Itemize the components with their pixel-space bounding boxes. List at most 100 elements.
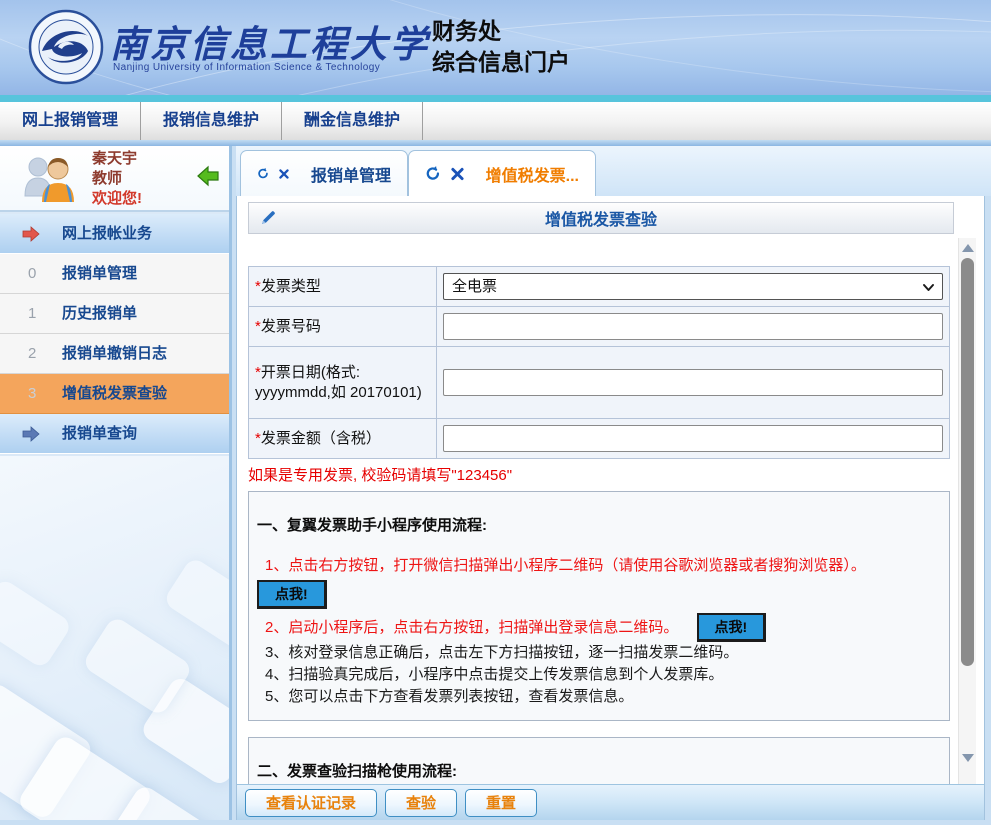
tab-label[interactable]: 报销单管理 — [311, 162, 391, 186]
table-row: *发票号码 — [249, 307, 950, 347]
chevron-down-icon — [922, 281, 935, 294]
section1-title: 一、复翼发票助手小程序使用流程: — [257, 514, 941, 535]
sidebar-item-label: 网上报帐业务 — [62, 214, 152, 254]
scrollbar-down-arrow[interactable] — [962, 754, 974, 762]
user-welcome: 欢迎您! — [92, 189, 142, 209]
tab-vat-invoice[interactable]: 增值税发票... — [408, 150, 596, 196]
tab-label[interactable]: 增值税发票... — [486, 162, 579, 186]
sidebar-edge — [229, 146, 232, 825]
nav-item-remuneration-info[interactable]: 酬金信息维护 — [282, 102, 423, 140]
page-title: 增值税发票查验 — [277, 206, 925, 230]
field-label-text: 开票日期(格式: yyyymmdd,如 20170101) — [255, 364, 422, 401]
sidebar: 秦天宇 教师 欢迎您! 网上报帐业务 0 报销单管理 1 历史报销单 — [0, 146, 232, 825]
section1-step3: 3、核对登录信息正确后，点击左下方扫描按钮，逐一扫描发票二维码。 — [257, 642, 941, 664]
tab-reimbursement-mgmt[interactable]: 报销单管理 — [240, 150, 408, 196]
refresh-tab-icon[interactable] — [257, 165, 269, 182]
portal-title: 财务处 综合信息门户 — [432, 16, 570, 78]
sidebar-item-reimbursement-mgmt[interactable]: 0 报销单管理 — [0, 254, 229, 294]
collapse-sidebar-arrow-icon[interactable] — [196, 164, 220, 188]
table-row: *发票类型 全电票 — [249, 267, 950, 307]
menu-index: 3 — [28, 374, 36, 414]
tab-bar: 报销单管理 增值税发票... — [236, 146, 991, 196]
section1-step1: 1、点击右方按钮，打开微信扫描弹出小程序二维码（请使用谷歌浏览器或者搜狗浏览器）… — [257, 555, 941, 577]
refresh-tab-icon[interactable] — [425, 165, 441, 182]
invoice-number-input[interactable] — [443, 313, 943, 340]
nav-item-online-reimbursement[interactable]: 网上报销管理 — [0, 102, 141, 140]
university-name-en: Nanjing University of Information Scienc… — [113, 62, 380, 73]
clickme-button-1[interactable]: 点我! — [257, 580, 327, 609]
sidebar-item-label: 历史报销单 — [62, 294, 137, 334]
field-label-invoice-date: *开票日期(格式: yyyymmdd,如 20170101) — [249, 347, 437, 419]
invoice-type-select[interactable]: 全电票 — [443, 273, 943, 300]
verify-button[interactable]: 查验 — [385, 789, 457, 817]
header-banner: 南京信息工程大学 Nanjing University of Informati… — [0, 0, 991, 95]
university-name-cn: 南京信息工程大学 — [110, 14, 430, 68]
sidebar-item-online-accounting[interactable]: 网上报帐业务 — [0, 214, 229, 254]
user-avatar-icon — [22, 154, 80, 204]
menu-index: 1 — [28, 294, 36, 334]
instructions-section-2: 二、发票查验扫描枪使用流程: 1、确保网页当前焦点在“发票代码”输入框内! 2、… — [248, 737, 950, 784]
sidebar-menu: 网上报帐业务 0 报销单管理 1 历史报销单 2 报销单撤销日志 3 增值税发票… — [0, 214, 229, 454]
form-content: *发票类型 全电票 *发票号码 — [248, 238, 956, 784]
sidebar-item-label: 报销单撤销日志 — [62, 334, 167, 374]
user-panel: 秦天宇 教师 欢迎您! — [0, 146, 229, 212]
reset-button[interactable]: 重置 — [465, 789, 537, 817]
footer-action-bar: 查看认证记录 查验 重置 — [237, 784, 984, 820]
blue-arrow-icon — [22, 426, 40, 442]
menu-index: 0 — [28, 254, 36, 294]
user-role: 教师 — [92, 169, 142, 189]
sidebar-item-revoke-log[interactable]: 2 报销单撤销日志 — [0, 334, 229, 374]
table-row: *开票日期(格式: yyyymmdd,如 20170101) — [249, 347, 950, 419]
field-label-text: 发票金额（含税） — [261, 430, 381, 447]
close-tab-icon[interactable] — [451, 167, 464, 181]
portal-title-line2: 综合信息门户 — [432, 47, 570, 78]
invoice-form-table: *发票类型 全电票 *发票号码 — [248, 266, 950, 459]
red-arrow-icon — [22, 226, 40, 242]
header-divider — [0, 95, 991, 102]
sidebar-keyboard-watermark — [0, 456, 229, 825]
clickme-button-row: 点我! — [257, 580, 941, 609]
page: 南京信息工程大学 Nanjing University of Informati… — [0, 0, 991, 825]
invoice-date-input[interactable] — [443, 369, 943, 396]
field-label-invoice-amount: *发票金额（含税） — [249, 419, 437, 459]
edit-pencil-icon[interactable] — [259, 209, 277, 227]
scrollbar-up-arrow[interactable] — [962, 244, 974, 252]
section1-step2: 2、启动小程序后，点击右方按钮，扫描弹出登录信息二维码。 点我! — [257, 613, 941, 642]
section1-step4: 4、扫描验真完成后，小程序中点击提交上传发票信息到个人发票库。 — [257, 664, 941, 686]
section1-step2-text: 2、启动小程序后，点击右方按钮，扫描弹出登录信息二维码。 — [265, 619, 678, 636]
top-navigation: 网上报销管理 报销信息维护 酬金信息维护 — [0, 102, 991, 140]
sidebar-item-label: 报销单管理 — [62, 254, 137, 294]
view-auth-records-button[interactable]: 查看认证记录 — [245, 789, 377, 817]
field-cell — [437, 347, 950, 419]
portal-title-line1: 财务处 — [432, 16, 570, 47]
table-row: *发票金额（含税） — [249, 419, 950, 459]
field-cell — [437, 419, 950, 459]
special-invoice-note: 如果是专用发票, 校验码请填写"123456" — [248, 464, 956, 485]
section2-title: 二、发票查验扫描枪使用流程: — [257, 760, 941, 781]
user-name: 秦天宇 — [92, 149, 142, 169]
page-title-bar: 增值税发票查验 — [248, 202, 954, 234]
invoice-type-selected-value: 全电票 — [452, 278, 497, 295]
sidebar-item-label: 报销单查询 — [62, 414, 137, 454]
invoice-amount-input[interactable] — [443, 425, 943, 452]
menu-index: 2 — [28, 334, 36, 374]
instructions-section-1: 一、复翼发票助手小程序使用流程: 1、点击右方按钮，打开微信扫描弹出小程序二维码… — [248, 491, 950, 721]
field-label-invoice-type: *发票类型 — [249, 267, 437, 307]
nav-item-reimbursement-info[interactable]: 报销信息维护 — [141, 102, 282, 140]
vertical-scrollbar[interactable] — [958, 238, 976, 784]
section1-step5: 5、您可以点击下方查看发票列表按钮，查看发票信息。 — [257, 686, 941, 708]
sidebar-item-label: 增值税发票查验 — [62, 374, 167, 414]
field-label-text: 发票类型 — [261, 278, 321, 295]
field-cell: 全电票 — [437, 267, 950, 307]
user-info: 秦天宇 教师 欢迎您! — [92, 149, 142, 209]
close-tab-icon[interactable] — [279, 167, 289, 181]
clickme-button-2[interactable]: 点我! — [697, 613, 767, 642]
sidebar-item-history[interactable]: 1 历史报销单 — [0, 294, 229, 334]
sidebar-item-reimbursement-query[interactable]: 报销单查询 — [0, 414, 229, 454]
main-panel: 增值税发票查验 *发票类型 全电票 — [236, 196, 985, 820]
university-seal-logo — [28, 9, 104, 85]
field-label-invoice-number: *发票号码 — [249, 307, 437, 347]
sidebar-item-vat-invoice-check[interactable]: 3 增值税发票查验 — [0, 374, 229, 414]
scrollbar-thumb[interactable] — [961, 258, 974, 666]
field-cell — [437, 307, 950, 347]
